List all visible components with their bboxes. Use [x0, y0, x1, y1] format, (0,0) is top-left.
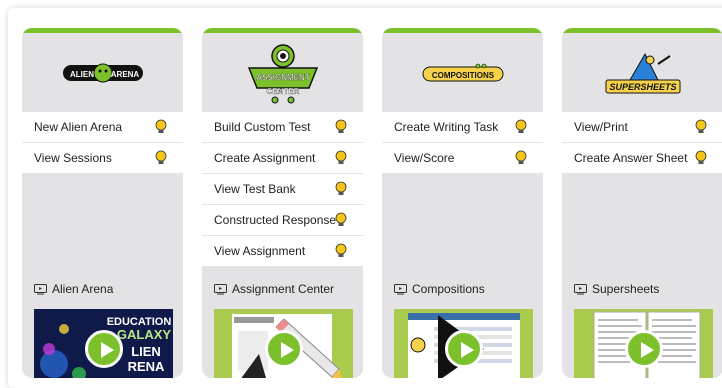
monitor-play-icon	[394, 283, 407, 294]
compositions-video[interactable]	[394, 309, 533, 378]
lightbulb-icon[interactable]	[335, 150, 347, 166]
menu-item-label: New Alien Arena	[34, 120, 123, 134]
alien-arena-logo: ALIEN ARENA	[22, 33, 183, 112]
alien-arena-menu: New Alien Arena View Sessions	[22, 112, 183, 173]
menu-item-label: View/Score	[394, 151, 455, 165]
lightbulb-icon[interactable]	[695, 119, 707, 135]
play-button[interactable]	[624, 329, 663, 368]
menu-item-label: Build Custom Test	[214, 120, 311, 134]
logo-text-alien: ALIEN	[70, 70, 94, 79]
logo-text-supersheets: SUPERSHEETS	[609, 82, 676, 92]
monitor-play-icon	[574, 283, 587, 294]
menu-item-build-custom-test[interactable]: Build Custom Test	[202, 112, 363, 143]
logo-text-arena: ARENA	[110, 70, 139, 79]
lightbulb-icon[interactable]	[335, 181, 347, 197]
alien-arena-video[interactable]: EDUCATION GALAXY LIEN RENA	[34, 309, 173, 378]
menu-item-view-test-bank[interactable]: View Test Bank	[202, 174, 363, 205]
menu-item-label: View Test Bank	[214, 182, 296, 196]
lightbulb-icon[interactable]	[335, 119, 347, 135]
supersheets-logo: SUPERSHEETS	[562, 33, 722, 112]
menu-item-constructed-response[interactable]: Constructed Response	[202, 205, 363, 236]
footer-title-text: Supersheets	[592, 282, 660, 296]
monitor-play-icon	[214, 283, 227, 294]
card-compositions: COMPOSITIONS Create Writing Task View/Sc…	[382, 28, 543, 378]
monitor-play-icon	[34, 283, 47, 294]
lightbulb-icon[interactable]	[515, 150, 527, 166]
assignment-center-menu: Build Custom Test Create Assignment View…	[202, 112, 363, 266]
menu-item-new-alien-arena[interactable]: New Alien Arena	[22, 112, 183, 143]
play-button[interactable]	[444, 329, 483, 368]
alien-arena-footer-title: Alien Arena	[34, 282, 113, 296]
menu-item-label: Create Writing Task	[394, 120, 499, 134]
supersheets-menu: View/Print Create Answer Sheet	[562, 112, 722, 173]
dashboard-panel: ALIEN ARENA New Alien Arena View Session…	[8, 8, 722, 388]
logo-text-compositions: COMPOSITIONS	[431, 71, 494, 80]
video-text-galaxy: GALAXY	[117, 327, 172, 342]
menu-item-label: Create Answer Sheet	[574, 151, 688, 165]
menu-item-label: View Sessions	[34, 151, 112, 165]
assignment-center-logo: ASSIGNMENT CENTER	[202, 33, 363, 112]
lightbulb-icon[interactable]	[695, 150, 707, 166]
menu-item-label: View/Print	[574, 120, 628, 134]
menu-item-view-print[interactable]: View/Print	[562, 112, 722, 143]
card-supersheets: SUPERSHEETS View/Print Create Answer She…	[562, 28, 722, 378]
lightbulb-icon[interactable]	[515, 119, 527, 135]
menu-item-create-answer-sheet[interactable]: Create Answer Sheet	[562, 143, 722, 173]
play-button[interactable]	[84, 329, 123, 368]
video-text-rena: RENA	[128, 359, 165, 374]
logo-text-center: CENTER	[266, 87, 299, 96]
card-assignment-center: ASSIGNMENT CENTER Build Custom Test Crea…	[202, 28, 363, 378]
footer-title-text: Assignment Center	[232, 282, 335, 296]
card-alien-arena: ALIEN ARENA New Alien Arena View Session…	[22, 28, 183, 378]
menu-item-create-assignment[interactable]: Create Assignment	[202, 143, 363, 174]
play-button[interactable]	[264, 329, 303, 368]
compositions-menu: Create Writing Task View/Score	[382, 112, 543, 173]
compositions-logo: COMPOSITIONS	[382, 33, 543, 112]
logo-text-assignment: ASSIGNMENT	[256, 73, 309, 82]
compositions-footer-title: Compositions	[394, 282, 485, 296]
menu-item-label: View Assignment	[214, 244, 306, 258]
lightbulb-icon[interactable]	[335, 243, 347, 259]
lightbulb-icon[interactable]	[155, 150, 167, 166]
menu-item-label: Create Assignment	[214, 151, 316, 165]
menu-item-view-score[interactable]: View/Score	[382, 143, 543, 173]
lightbulb-icon[interactable]	[335, 212, 347, 228]
video-text-lien: LIEN	[131, 344, 161, 359]
supersheets-video[interactable]	[574, 309, 713, 378]
lightbulb-icon[interactable]	[155, 119, 167, 135]
footer-title-text: Compositions	[412, 282, 485, 296]
menu-item-view-sessions[interactable]: View Sessions	[22, 143, 183, 173]
menu-item-label: Constructed Response	[214, 213, 337, 227]
assignment-center-footer-title: Assignment Center	[214, 282, 334, 296]
menu-item-view-assignment[interactable]: View Assignment	[202, 236, 363, 266]
assignment-center-video[interactable]	[214, 309, 353, 378]
menu-item-create-writing-task[interactable]: Create Writing Task	[382, 112, 543, 143]
footer-title-text: Alien Arena	[52, 282, 114, 296]
supersheets-footer-title: Supersheets	[574, 282, 659, 296]
